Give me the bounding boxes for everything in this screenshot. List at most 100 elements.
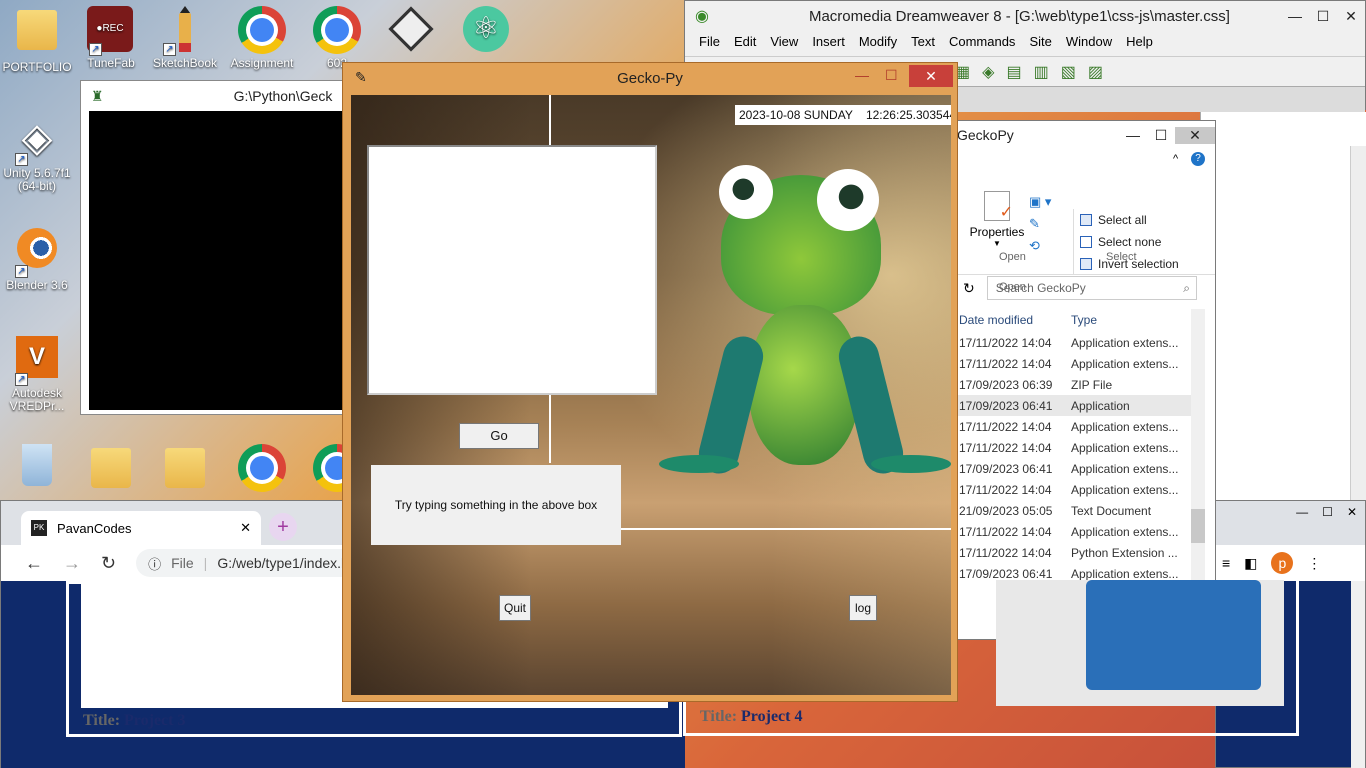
menu-item-modify[interactable]: Modify (859, 34, 897, 49)
menu-item-edit[interactable]: Edit (734, 34, 756, 49)
minimize-button[interactable]: — (1296, 505, 1308, 519)
open-with-icon[interactable]: ▣ ▾ (1029, 191, 1051, 213)
maximize-button[interactable]: ☐ (1309, 8, 1337, 25)
close-tab-icon[interactable]: ✕ (240, 520, 251, 536)
close-button[interactable]: ✕ (1347, 505, 1357, 519)
close-button[interactable]: ✕ (1175, 126, 1215, 144)
maximize-button[interactable]: ☐ (885, 67, 898, 84)
menu-item-view[interactable]: View (770, 34, 798, 49)
desktop-icon-assignment[interactable]: Assignment (225, 6, 299, 70)
menu-item-file[interactable]: File (699, 34, 720, 49)
file-row[interactable]: 17/09/2023 06:39 ZIP File (951, 374, 1191, 395)
desktop-icon-unity[interactable]: ◈ ↗ Unity 5.6.7f1 (64-bit) (0, 116, 74, 193)
file-type: Application extens... (1071, 440, 1179, 455)
go-button[interactable]: Go (459, 423, 539, 449)
select-all-icon (1080, 214, 1092, 226)
desktop-icon-blender[interactable]: ↗ Blender 3.6 (0, 228, 74, 292)
column-date-modified[interactable]: Date modified (951, 313, 1071, 327)
file-row[interactable]: 17/11/2022 14:04 Application extens... (951, 437, 1191, 458)
desktop-icon-chrome-3[interactable] (225, 444, 299, 495)
hint-label: Try typing something in the above box (371, 465, 621, 545)
file-row[interactable]: 17/11/2022 14:04 Application extens... (951, 479, 1191, 500)
maximize-button[interactable]: ☐ (1322, 505, 1333, 519)
menu-item-help[interactable]: Help (1126, 34, 1153, 49)
toolbar-icon[interactable]: ▤ (1006, 62, 1021, 82)
cube-icon (388, 6, 434, 52)
file-row[interactable]: 17/09/2023 06:41 Application extens... (951, 458, 1191, 479)
toolbar-right: ≡ ◧ p ⋮ (1216, 545, 1365, 581)
new-tab-button[interactable]: + (269, 513, 297, 541)
select-none-button[interactable]: Select none (1080, 231, 1179, 253)
desktop-icon-atom[interactable]: ⚛ (450, 6, 524, 57)
recycle-bin-icon (22, 444, 52, 486)
menu-item-site[interactable]: Site (1029, 34, 1051, 49)
file-row[interactable]: 17/09/2023 06:41 Application (951, 395, 1191, 416)
file-row[interactable]: 17/11/2022 14:04 Application extens... (951, 416, 1191, 437)
desktop-icon-folder-2[interactable] (74, 444, 148, 499)
ribbon-collapse-icon[interactable]: ^ (1173, 153, 1178, 165)
refresh-icon[interactable]: ↻ (963, 280, 975, 297)
desktop-icon-tunefab[interactable]: ●REC ↗ TuneFab (74, 6, 148, 70)
browser-tab[interactable]: PK PavanCodes ✕ (21, 511, 261, 545)
log-button[interactable]: log (849, 595, 877, 621)
desktop-icon-folder-3[interactable] (148, 444, 222, 499)
desktop-icon-recycle-bin[interactable] (0, 444, 74, 495)
toolbar-icon[interactable]: ▨ (1088, 62, 1103, 82)
edit-icon[interactable]: ✎ (1029, 213, 1051, 235)
desktop-icon-vred[interactable]: V ↗ Autodesk VREDPr... (0, 336, 74, 413)
minimize-button[interactable]: — (1281, 8, 1309, 24)
pencil-icon (179, 6, 191, 52)
reload-icon[interactable]: ↻ (101, 553, 116, 574)
frog-robot-image (651, 155, 951, 515)
file-row[interactable]: 17/11/2022 14:04 Python Extension ... (951, 542, 1191, 563)
ribbon-group-labels: Open Select (999, 251, 1137, 263)
dreamweaver-scrollbar[interactable] (1350, 146, 1366, 502)
menu-item-window[interactable]: Window (1066, 34, 1112, 49)
search-box[interactable]: Search GeckoPy ⌕ (986, 276, 1197, 300)
column-type[interactable]: Type (1071, 313, 1097, 327)
python-icon: ♜ (91, 87, 104, 104)
file-list-scrollbar[interactable] (1191, 309, 1205, 597)
minimize-button[interactable]: — (855, 67, 869, 83)
project-4-title: Title: Project 4 (700, 708, 803, 725)
help-icon[interactable]: ? (1191, 152, 1205, 166)
gecko-content: 2023-10-08 SUNDAY 12:26:25.303544 Go Try… (351, 95, 951, 695)
properties-button[interactable]: ✓ Properties ▼ (969, 191, 1025, 248)
info-icon[interactable]: ⓘ (148, 554, 161, 573)
toolbar-icon[interactable]: ▧ (1061, 62, 1076, 82)
close-button[interactable]: ✕ (1337, 8, 1365, 25)
file-row[interactable]: 17/11/2022 14:04 Application extens... (951, 521, 1191, 542)
maximize-button[interactable]: ☐ (1147, 127, 1175, 144)
file-row[interactable]: 17/11/2022 14:04 Application extens... (951, 353, 1191, 374)
blender-icon (17, 228, 57, 268)
cast-icon[interactable]: ≡ (1222, 555, 1230, 571)
profile-avatar[interactable]: p (1271, 552, 1294, 574)
desktop-icon-602[interactable]: 602 (300, 6, 374, 70)
menu-item-commands[interactable]: Commands (949, 34, 1015, 49)
toolbar-icon[interactable]: ◈ (982, 62, 994, 82)
file-row[interactable]: 21/09/2023 05:05 Text Document (951, 500, 1191, 521)
menu-item-insert[interactable]: Insert (812, 34, 845, 49)
file-row[interactable]: 17/11/2022 14:04 Application extens... (951, 332, 1191, 353)
close-button[interactable]: ✕ (909, 65, 953, 87)
file-list: 17/11/2022 14:04 Application extens... 17/… (951, 332, 1191, 594)
sidepanel-icon[interactable]: ◧ (1244, 555, 1257, 572)
file-type: Text Document (1071, 503, 1152, 518)
chrome-icon (238, 444, 286, 492)
page-scrollbar[interactable] (1351, 581, 1365, 768)
folder-icon (91, 448, 131, 488)
text-input-box[interactable] (367, 145, 657, 395)
desktop-icon-unity-hub[interactable] (374, 6, 448, 60)
back-icon[interactable]: ← (25, 553, 43, 574)
menu-item-text[interactable]: Text (911, 34, 935, 49)
file-type: Application extens... (1071, 356, 1179, 371)
toolbar-icon[interactable]: ▥ (1034, 62, 1049, 82)
quit-button[interactable]: Quit (499, 595, 531, 621)
forward-icon[interactable]: → (63, 553, 81, 574)
desktop-icon-sketchbook[interactable]: ↗ SketchBook (148, 6, 222, 70)
select-all-button[interactable]: Select all (1080, 209, 1179, 231)
datetime-label: 2023-10-08 SUNDAY 12:26:25.303544 (735, 105, 951, 125)
menu-icon[interactable]: ⋮ (1307, 555, 1321, 572)
minimize-button[interactable]: — (1119, 127, 1147, 143)
desktop-icon-portfolio[interactable]: PORTFOLIO (0, 6, 74, 74)
